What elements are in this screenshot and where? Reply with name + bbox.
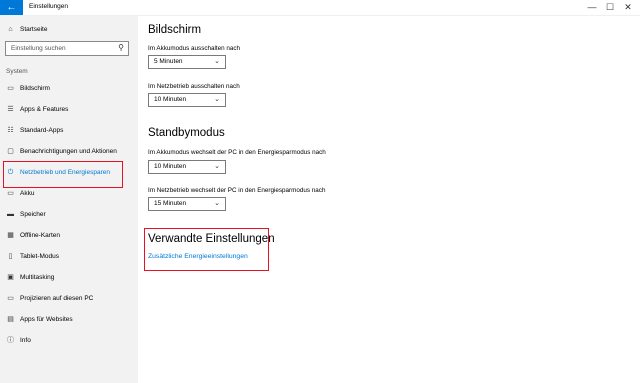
sidebar-item-project[interactable]: ▭ Projizieren auf diesen PC <box>6 292 132 306</box>
title-bar: ← Einstellungen — ☐ ✕ <box>0 0 640 16</box>
default-apps-icon: ☷ <box>7 127 14 134</box>
sidebar-item-label: Standard-Apps <box>20 127 64 134</box>
sidebar-item-label: Bildschirm <box>20 85 50 92</box>
sidebar-item-label: Info <box>20 337 31 344</box>
sidebar-item-label: Apps für Websites <box>20 316 73 323</box>
web-apps-icon: ▤ <box>7 316 14 323</box>
battery-icon: ▭ <box>7 190 14 197</box>
sidebar-item-info[interactable]: ⓘ Info <box>6 334 132 348</box>
standby-battery-dropdown[interactable]: 10 Minuten ⌄ <box>148 160 226 174</box>
standby-battery-label: Im Akkumodus wechselt der PC in den Ener… <box>148 149 326 156</box>
sidebar-item-list[interactable]: ☰ Apps & Features <box>6 103 132 117</box>
minimize-button[interactable]: — <box>584 1 600 14</box>
chevron-down-icon: ⌄ <box>214 58 220 65</box>
sidebar-item-default-apps[interactable]: ☷ Standard-Apps <box>6 124 132 138</box>
minimize-icon: — <box>587 2 597 12</box>
screen-power-label: Im Netzbetrieb ausschalten nach <box>148 83 240 90</box>
sidebar-item-web-apps[interactable]: ▤ Apps für Websites <box>6 313 132 327</box>
dropdown-value: 15 Minuten <box>154 200 187 207</box>
sidebar-item-map[interactable]: ▦ Offline-Karten <box>6 229 132 243</box>
dropdown-value: 10 Minuten <box>154 96 187 103</box>
tablet-icon: ▯ <box>8 253 13 260</box>
chevron-down-icon: ⌄ <box>214 96 220 103</box>
heading-screen: Bildschirm <box>148 24 202 36</box>
additional-power-settings-link[interactable]: Zusätzliche Energieeinstellungen <box>148 253 248 260</box>
storage-icon: ▬ <box>7 211 14 218</box>
chevron-down-icon: ⌄ <box>214 200 220 207</box>
screen-battery-label: Im Akkumodus ausschalten nach <box>148 45 241 52</box>
back-arrow-icon: ← <box>6 2 17 13</box>
search-icon[interactable]: ⚲ <box>118 43 124 52</box>
sidebar-item-notification[interactable]: ▢ Benachrichtigungen und Aktionen <box>6 145 132 159</box>
chevron-down-icon: ⌄ <box>214 163 220 170</box>
maximize-icon: ☐ <box>605 2 615 12</box>
info-icon: ⓘ <box>7 337 14 344</box>
close-button[interactable]: ✕ <box>620 1 636 14</box>
multitasking-icon: ▣ <box>7 274 14 281</box>
home-icon: ⌂ <box>8 26 13 33</box>
list-icon: ☰ <box>7 106 14 113</box>
sidebar-item-label: Projizieren auf diesen PC <box>20 295 94 302</box>
highlight-box-nav <box>3 161 123 188</box>
sidebar-item-tablet[interactable]: ▯ Tablet-Modus <box>6 250 132 264</box>
dropdown-value: 5 Minuten <box>154 58 183 65</box>
sidebar-item-label: Tablet-Modus <box>20 253 60 260</box>
sidebar-item-home[interactable]: ⌂ Startseite <box>6 23 132 37</box>
sidebar-item-label: Speicher <box>20 211 46 218</box>
search-input[interactable]: Einstellung suchen ⚲ <box>5 41 129 56</box>
sidebar-item-storage[interactable]: ▬ Speicher <box>6 208 132 222</box>
heading-standby: Standbymodus <box>148 127 225 139</box>
sidebar-item-multitasking[interactable]: ▣ Multitasking <box>6 271 132 285</box>
sidebar-item-label: Akku <box>20 190 35 197</box>
map-icon: ▦ <box>7 232 14 239</box>
heading-related: Verwandte Einstellungen <box>148 233 275 245</box>
sidebar-item-label: Startseite <box>20 26 48 33</box>
screen-power-dropdown[interactable]: 10 Minuten ⌄ <box>148 93 226 107</box>
close-icon: ✕ <box>624 2 632 12</box>
sidebar-item-label: Apps & Features <box>20 106 69 113</box>
sidebar-item-monitor[interactable]: ▭ Bildschirm <box>6 82 132 96</box>
sidebar-item-battery[interactable]: ▭ Akku <box>6 187 132 201</box>
sidebar-item-label: Multitasking <box>20 274 55 281</box>
back-button[interactable]: ← <box>0 0 23 15</box>
project-icon: ▭ <box>7 295 14 302</box>
standby-power-dropdown[interactable]: 15 Minuten ⌄ <box>148 197 226 211</box>
notification-icon: ▢ <box>7 148 14 155</box>
sidebar-item-label: Benachrichtigungen und Aktionen <box>20 148 117 155</box>
monitor-icon: ▭ <box>7 85 14 92</box>
window-title: Einstellungen <box>29 3 69 10</box>
maximize-button[interactable]: ☐ <box>602 1 618 14</box>
section-label: System <box>6 68 28 75</box>
dropdown-value: 10 Minuten <box>154 163 187 170</box>
search-placeholder: Einstellung suchen <box>11 45 66 52</box>
screen-battery-dropdown[interactable]: 5 Minuten ⌄ <box>148 55 226 69</box>
standby-power-label: Im Netzbetrieb wechselt der PC in den En… <box>148 187 326 194</box>
sidebar-item-label: Offline-Karten <box>20 232 60 239</box>
